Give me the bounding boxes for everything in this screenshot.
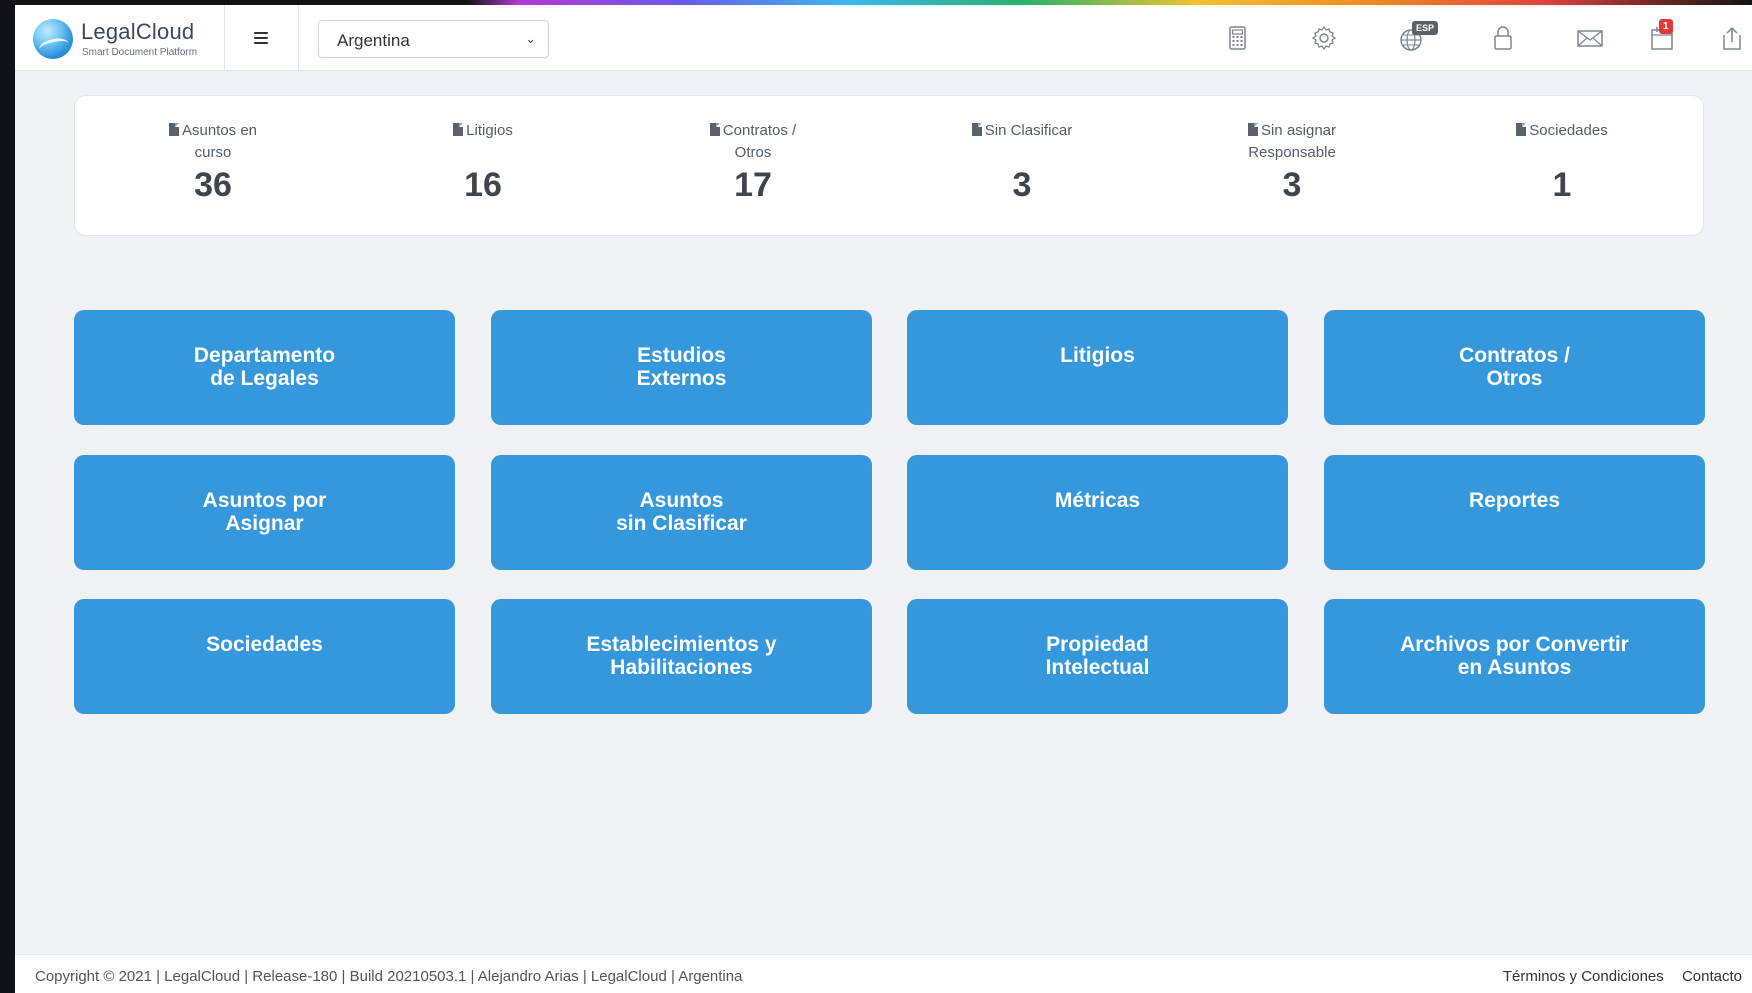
stat-label: Sociedades: [1462, 120, 1662, 164]
tile-label: Estudios Externos: [636, 344, 727, 390]
tile-label: Asuntos sin Clasificar: [616, 489, 747, 535]
stat-sin-asignar-responsable[interactable]: Sin asignar Responsable 3: [1192, 120, 1392, 205]
stat-label: Contratos / Otros: [653, 120, 853, 164]
document-icon: [1247, 123, 1258, 136]
tile-establecimientos-y-habilitaciones[interactable]: Establecimientos y Habilitaciones: [491, 599, 872, 714]
stat-asuntos-en-curso[interactable]: Asuntos en curso 36: [113, 120, 313, 205]
hamburger-icon: [254, 31, 268, 44]
tile-label: Propiedad Intelectual: [1045, 633, 1150, 679]
country-select[interactable]: Argentina ⌄: [318, 20, 549, 58]
hamburger-menu-button[interactable]: [224, 5, 299, 70]
tile-label: Asuntos por Asignar: [202, 489, 327, 535]
top-header: LegalCloud Smart Document Platform Argen…: [15, 5, 1752, 71]
stat-litigios[interactable]: Litigios 16: [383, 120, 583, 205]
tile-reportes[interactable]: Reportes: [1324, 455, 1705, 570]
stat-value: 36: [194, 166, 232, 204]
brand-logo[interactable]: LegalCloud Smart Document Platform: [15, 5, 225, 70]
brand-name: LegalCloud: [81, 19, 195, 44]
summary-stats-card: Asuntos en curso 36 Litigios 16 Contrato…: [74, 95, 1704, 236]
country-select-value: Argentina: [337, 31, 410, 50]
stat-value: 3: [1012, 166, 1032, 204]
calendar-icon[interactable]: 1: [1647, 19, 1677, 55]
brand-tagline: Smart Document Platform: [82, 47, 198, 58]
lock-icon[interactable]: [1488, 23, 1518, 55]
tile-label: Métricas: [1054, 489, 1141, 512]
app-window: LegalCloud Smart Document Platform Argen…: [15, 0, 1752, 993]
tile-label: Establecimientos y Habilitaciones: [586, 633, 777, 679]
logo-globe-icon: [33, 19, 73, 59]
footer-copyright: Copyright © 2021 | LegalCloud | Release-…: [35, 968, 743, 985]
tile-metricas[interactable]: Métricas: [907, 455, 1288, 570]
tile-asuntos-por-asignar[interactable]: Asuntos por Asignar: [74, 455, 455, 570]
tile-archivos-por-convertir[interactable]: Archivos por Convertir en Asuntos: [1324, 599, 1705, 714]
document-icon: [971, 123, 982, 136]
calculator-icon[interactable]: [1222, 23, 1252, 55]
stat-contratos-otros[interactable]: Contratos / Otros 17: [653, 120, 853, 205]
tile-label: Departamento de Legales: [193, 344, 336, 390]
stat-value: 16: [464, 166, 502, 204]
terms-link[interactable]: Términos y Condiciones: [1503, 968, 1664, 985]
stat-label: Sin Clasificar: [922, 120, 1122, 164]
tile-label: Litigios: [1060, 344, 1135, 367]
tile-departamento-de-legales[interactable]: Departamento de Legales: [74, 310, 455, 425]
calendar-badge: 1: [1659, 19, 1673, 34]
stat-sin-clasificar[interactable]: Sin Clasificar 3: [922, 120, 1122, 205]
stat-value: 3: [1282, 166, 1302, 204]
stat-label: Litigios: [383, 120, 583, 164]
document-icon: [168, 123, 179, 136]
language-badge: ESP: [1412, 21, 1439, 35]
stat-value: 1: [1552, 166, 1572, 204]
document-icon: [453, 123, 464, 136]
tile-label: Archivos por Convertir en Asuntos: [1400, 633, 1629, 679]
footer-links: Términos y Condiciones Contacto: [1489, 968, 1742, 985]
language-globe-icon[interactable]: ESP: [1398, 21, 1439, 55]
stat-label: Sin asignar Responsable: [1247, 122, 1337, 161]
settings-gear-icon[interactable]: [1309, 23, 1339, 55]
tile-contratos-otros[interactable]: Contratos / Otros: [1324, 310, 1705, 425]
tile-estudios-externos[interactable]: Estudios Externos: [491, 310, 872, 425]
document-icon: [1516, 123, 1527, 136]
tile-propiedad-intelectual[interactable]: Propiedad Intelectual: [907, 599, 1288, 714]
mail-icon[interactable]: [1575, 23, 1605, 55]
stat-value: 17: [734, 166, 772, 204]
chevron-down-icon: ⌄: [525, 31, 536, 46]
tile-label: Contratos / Otros: [1459, 344, 1570, 390]
tile-litigios[interactable]: Litigios: [907, 310, 1288, 425]
page-footer: Copyright © 2021 | LegalCloud | Release-…: [15, 954, 1752, 993]
tile-label: Sociedades: [206, 633, 323, 656]
stat-label: Asuntos en curso: [113, 120, 313, 164]
document-icon: [709, 123, 720, 136]
stat-sociedades[interactable]: Sociedades 1: [1462, 120, 1662, 205]
tile-label: Reportes: [1468, 489, 1561, 512]
tile-sociedades[interactable]: Sociedades: [74, 599, 455, 714]
tile-asuntos-sin-clasificar[interactable]: Asuntos sin Clasificar: [491, 455, 872, 570]
logout-icon[interactable]: [1717, 23, 1747, 55]
contact-link[interactable]: Contacto: [1682, 968, 1742, 985]
